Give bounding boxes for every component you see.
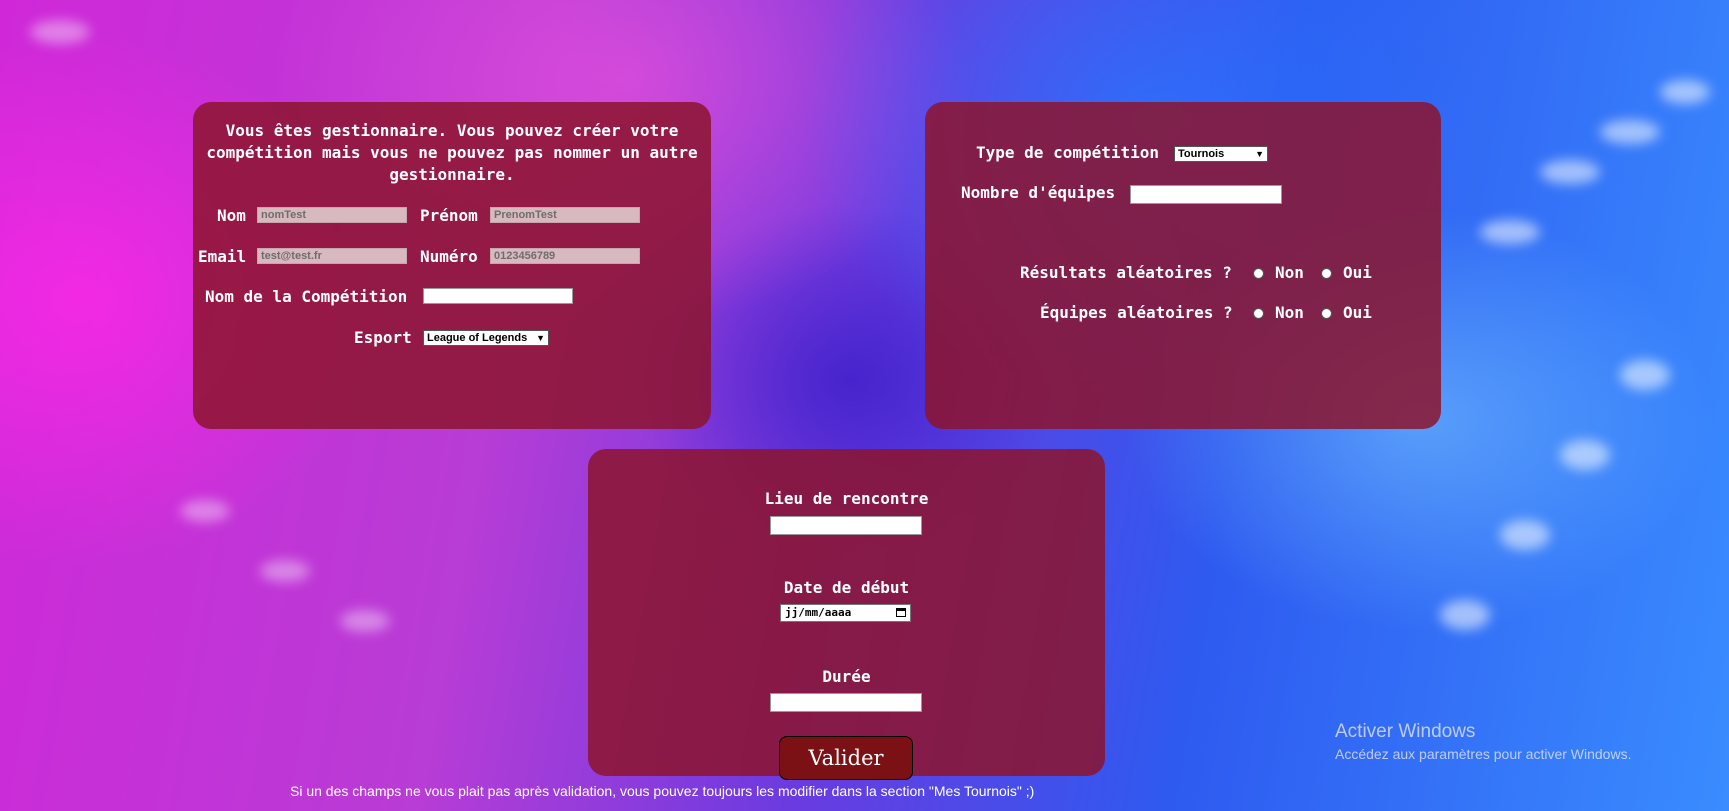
location-input[interactable]	[770, 516, 922, 535]
duration-input[interactable]	[770, 693, 922, 712]
numero-label: Numéro	[420, 247, 478, 266]
random-results-no-label: Non	[1275, 263, 1304, 282]
esport-selected-value: League of Legends	[427, 332, 528, 344]
email-label: Email	[198, 247, 247, 266]
chevron-down-icon: ▼	[536, 333, 545, 343]
random-results-no-radio[interactable]	[1253, 268, 1264, 279]
event-details-panel: Lieu de rencontre Date de début jj/mm/aa…	[588, 449, 1105, 776]
esport-label: Esport	[354, 328, 412, 347]
start-date-label: Date de début	[783, 578, 910, 597]
windows-activation-subtitle: Accédez aux paramètres pour activer Wind…	[1335, 746, 1632, 762]
windows-activation-title: Activer Windows	[1335, 721, 1476, 742]
calendar-icon[interactable]	[896, 608, 906, 617]
random-results-yes-radio[interactable]	[1321, 268, 1332, 279]
numero-field[interactable]: 0123456789	[490, 248, 640, 264]
random-results-label: Résultats aléatoires ?	[1020, 263, 1232, 282]
start-date-input[interactable]: jj/mm/aaaa	[780, 604, 911, 622]
esport-select[interactable]: League of Legends ▼	[423, 330, 549, 346]
manager-intro-text: Vous êtes gestionnaire. Vous pouvez crée…	[206, 121, 698, 184]
random-teams-yes-label: Oui	[1343, 303, 1372, 322]
submit-button[interactable]: Valider	[779, 736, 913, 780]
random-teams-yes-radio[interactable]	[1321, 308, 1332, 319]
nom-field[interactable]: nomTest	[257, 207, 407, 223]
location-label: Lieu de rencontre	[764, 489, 929, 508]
random-teams-label: Équipes aléatoires ?	[1040, 303, 1233, 322]
start-date-placeholder: jj/mm/aaaa	[785, 606, 852, 619]
teams-count-label: Nombre d'équipes	[961, 183, 1116, 202]
random-results-yes-label: Oui	[1343, 263, 1372, 282]
email-field[interactable]: test@test.fr	[257, 248, 407, 264]
competition-type-selected-value: Tournois	[1178, 148, 1225, 160]
random-teams-no-radio[interactable]	[1253, 308, 1264, 319]
chevron-down-icon: ▼	[1255, 149, 1264, 159]
nom-label: Nom	[217, 206, 246, 225]
random-teams-no-label: Non	[1275, 303, 1304, 322]
teams-count-input[interactable]	[1130, 185, 1282, 204]
competition-name-input[interactable]	[423, 288, 573, 304]
prenom-label: Prénom	[420, 206, 478, 225]
prenom-field[interactable]: PrenomTest	[490, 207, 640, 223]
manager-info-panel: Vous êtes gestionnaire. Vous pouvez crée…	[193, 102, 711, 429]
competition-name-label: Nom de la Compétition	[205, 287, 408, 306]
competition-settings-panel: Type de compétition Tournois ▼ Nombre d'…	[925, 102, 1441, 429]
competition-type-label: Type de compétition	[976, 143, 1160, 162]
competition-type-select[interactable]: Tournois ▼	[1174, 146, 1268, 162]
duration-label: Durée	[822, 667, 871, 686]
footer-note: Si un des champs ne vous plait pas après…	[290, 783, 1035, 799]
